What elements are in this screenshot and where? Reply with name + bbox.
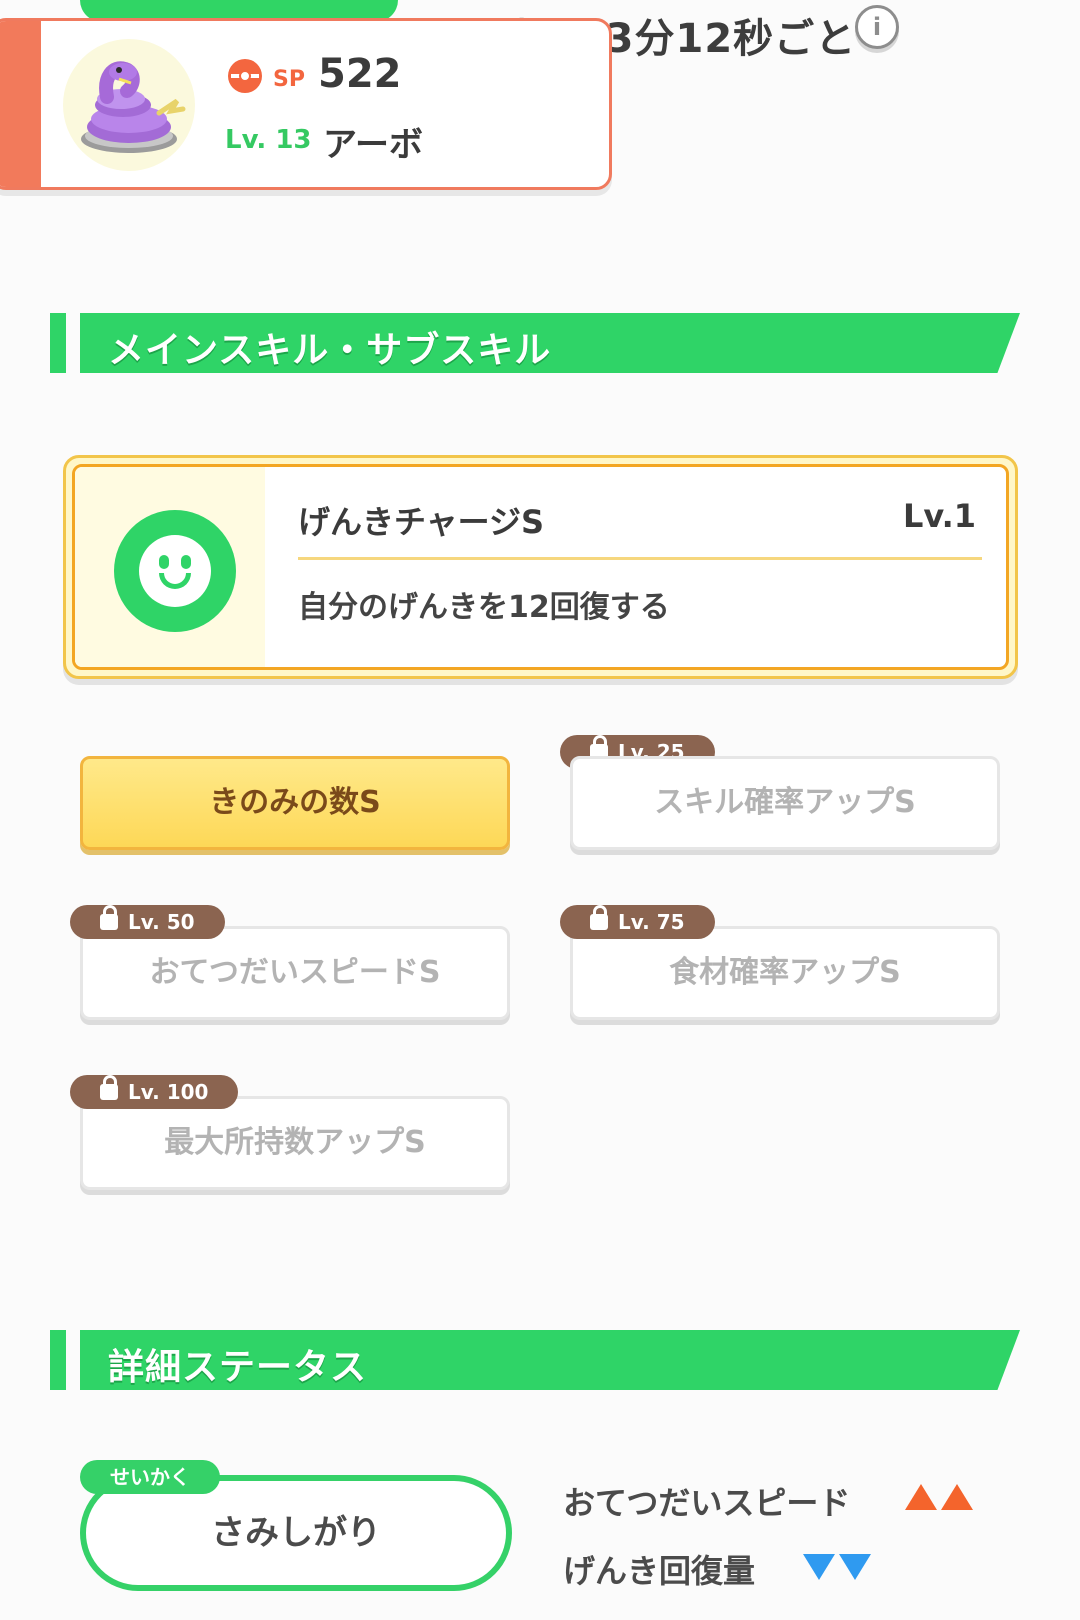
sub-skill-button-1[interactable]: きのみの数S [80, 756, 510, 850]
pokemon-name: アーボ [323, 125, 423, 165]
skills-section-title: メインスキル・サブスキル [108, 330, 552, 371]
skill-icon-zone [75, 467, 265, 667]
status-section-title: 詳細ステータス [108, 1347, 368, 1388]
lock-badge-4: Lv. 75 [560, 904, 715, 939]
sub-skill-button-5[interactable]: 最大所持数アップS [80, 1096, 510, 1190]
lock-icon [590, 904, 608, 930]
main-skill-card[interactable]: げんきチャージS Lv.1 自分のげんきを12回復する [63, 455, 1018, 679]
sub-skill-button-3[interactable]: おてつだいスピードS [80, 926, 510, 1020]
skills-section-header: メインスキル・サブスキル [50, 313, 1020, 373]
smile-face-icon [114, 510, 236, 632]
card-accent-stripe [0, 21, 41, 187]
main-skill-level: Lv.1 [902, 497, 976, 535]
lock-level: Lv. 75 [618, 910, 685, 934]
divider [298, 557, 982, 560]
nature-effect-down: げんき回復量 [563, 1546, 755, 1592]
info-icon[interactable]: i [855, 5, 899, 49]
main-skill-name: げんきチャージS [298, 503, 545, 541]
ekans-avatar [63, 39, 195, 171]
lock-level: Lv. 100 [128, 1080, 209, 1104]
nature-effect-up: おてつだいスピード [563, 1478, 850, 1524]
up-arrows-icon [905, 1484, 977, 1514]
header-bar-left [50, 1330, 66, 1390]
lock-icon [100, 1074, 118, 1100]
pokeball-icon [228, 59, 262, 93]
effect-label-up: おてつだいスピード [563, 1484, 851, 1522]
status-section-header: 詳細ステータス [50, 1330, 1020, 1390]
main-skill-description: 自分のげんきを12回復する [298, 590, 670, 625]
pokemon-card[interactable]: SP 522 Lv. 13 アーボ [0, 18, 612, 190]
lock-badge-3: Lv. 50 [70, 904, 225, 939]
effect-label-down: げんき回復量 [563, 1552, 756, 1590]
sub-skill-button-4[interactable]: 食材確率アップS [570, 926, 1000, 1020]
lock-icon [100, 904, 118, 930]
lock-level: Lv. 50 [128, 910, 195, 934]
main-skill-inner: げんきチャージS Lv.1 自分のげんきを12回復する [72, 464, 1009, 670]
nature-tag: せいかく [80, 1460, 220, 1494]
down-arrows-icon [803, 1554, 875, 1584]
header-bar-left [50, 313, 66, 373]
lock-badge-5: Lv. 100 [70, 1074, 239, 1109]
pokemon-level: Lv. 13 [225, 125, 312, 155]
sp-label: SP [273, 67, 305, 92]
sub-skill-button-2[interactable]: スキル確率アップS [570, 756, 1000, 850]
sp-value: 522 [318, 51, 402, 97]
